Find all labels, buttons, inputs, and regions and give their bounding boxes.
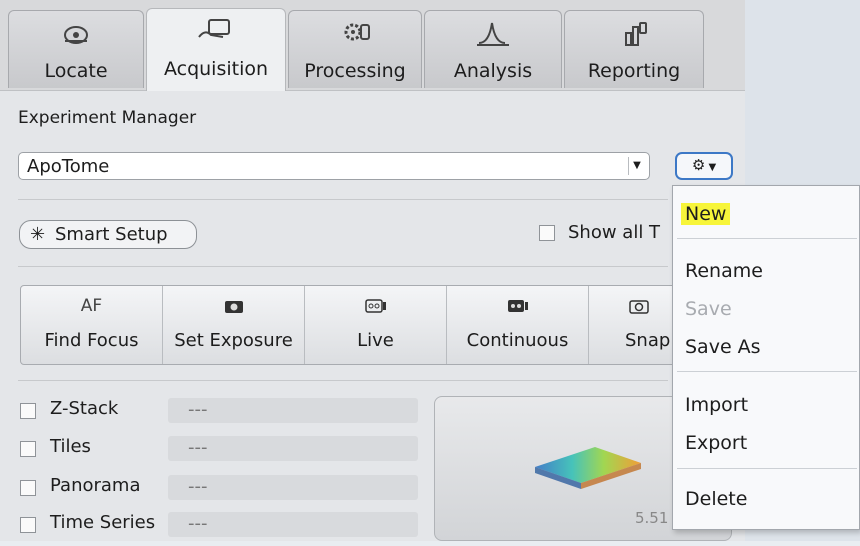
tab-analysis[interactable]: Analysis — [424, 10, 562, 88]
option-label: Z-Stack — [50, 398, 119, 419]
tool-label: Live — [357, 330, 394, 351]
menu-item-import[interactable]: Import — [674, 390, 860, 422]
tab-processing[interactable]: Processing — [288, 10, 422, 88]
preview-value: 5.51 — [635, 509, 669, 527]
z-stack-checkbox[interactable] — [20, 403, 36, 419]
autofocus-icon: AF — [80, 296, 103, 316]
menu-item-rename[interactable]: Rename — [674, 256, 860, 288]
tab-acquisition[interactable]: Acquisition — [146, 8, 286, 91]
tool-label: Set Exposure — [174, 330, 293, 351]
menu-item-delete[interactable]: Delete — [674, 484, 860, 516]
set-exposure-button[interactable]: Set Exposure — [163, 286, 305, 364]
tab-reporting[interactable]: Reporting — [564, 10, 704, 88]
chevron-down-icon: ▼ — [705, 162, 717, 173]
reporting-icon — [565, 19, 703, 49]
option-value: --- — [168, 436, 418, 461]
show-all-checkbox[interactable] — [539, 225, 555, 241]
option-value: --- — [168, 398, 418, 423]
tab-label: Reporting — [587, 60, 681, 82]
smart-setup-button[interactable]: ✳ Smart Setup — [19, 220, 197, 249]
acquisition-toolbar: AF Find Focus Set Exposure Live Continuo… — [20, 285, 740, 365]
acquisition-icon — [147, 17, 285, 47]
continuous-button[interactable]: Continuous — [447, 286, 589, 364]
experiment-options-menu: New Rename Save Save As Import Export De… — [672, 185, 860, 530]
divider — [18, 266, 668, 267]
option-label: Panorama — [50, 475, 141, 496]
tab-label: Processing — [304, 60, 406, 82]
option-value: --- — [168, 475, 418, 500]
option-label: Tiles — [50, 436, 91, 457]
section-title: Experiment Manager — [18, 108, 197, 128]
live-camera-icon — [305, 294, 446, 318]
tab-label: Acquisition — [163, 58, 269, 80]
tiles-checkbox[interactable] — [20, 441, 36, 457]
tab-locate[interactable]: Locate — [8, 10, 144, 88]
options-menu-button[interactable]: ⚙ ▼ — [675, 152, 733, 180]
menu-separator — [677, 468, 857, 469]
chevron-down-icon[interactable]: ▼ — [628, 157, 645, 175]
panorama-checkbox[interactable] — [20, 480, 36, 496]
analysis-icon — [425, 19, 561, 49]
menu-item-new[interactable]: New — [674, 199, 860, 231]
sparkle-icon: ✳ — [30, 224, 46, 245]
tool-label: Continuous — [466, 330, 569, 351]
option-value: --- — [168, 512, 418, 537]
menu-separator — [677, 371, 857, 372]
processing-icon — [289, 19, 421, 49]
experiment-select-value: ApoTome — [27, 156, 110, 177]
smart-setup-label: Smart Setup — [55, 224, 168, 245]
tab-bar: Locate Acquisition Processing Analysis R… — [0, 0, 745, 91]
live-button[interactable]: Live — [305, 286, 447, 364]
time-series-checkbox[interactable] — [20, 517, 36, 533]
tool-label: Find Focus — [44, 330, 139, 351]
experiment-select[interactable]: ApoTome ▼ — [18, 152, 650, 180]
gear-icon: ⚙ — [691, 156, 706, 174]
divider — [18, 380, 668, 381]
divider — [18, 199, 668, 200]
menu-separator — [677, 238, 857, 239]
menu-item-save-as[interactable]: Save As — [674, 332, 860, 364]
find-focus-button[interactable]: AF Find Focus — [21, 286, 163, 364]
camera-icon — [163, 294, 304, 318]
option-label: Time Series — [50, 512, 156, 533]
locate-icon — [9, 19, 143, 49]
menu-item-save: Save — [685, 298, 732, 320]
tab-label: Analysis — [453, 60, 533, 82]
continuous-camera-icon — [447, 294, 588, 318]
tab-label: Locate — [44, 60, 108, 82]
acquisition-panel: Locate Acquisition Processing Analysis R… — [0, 0, 745, 541]
menu-item-export[interactable]: Export — [674, 428, 860, 460]
show-all-label: Show all T — [568, 222, 661, 243]
